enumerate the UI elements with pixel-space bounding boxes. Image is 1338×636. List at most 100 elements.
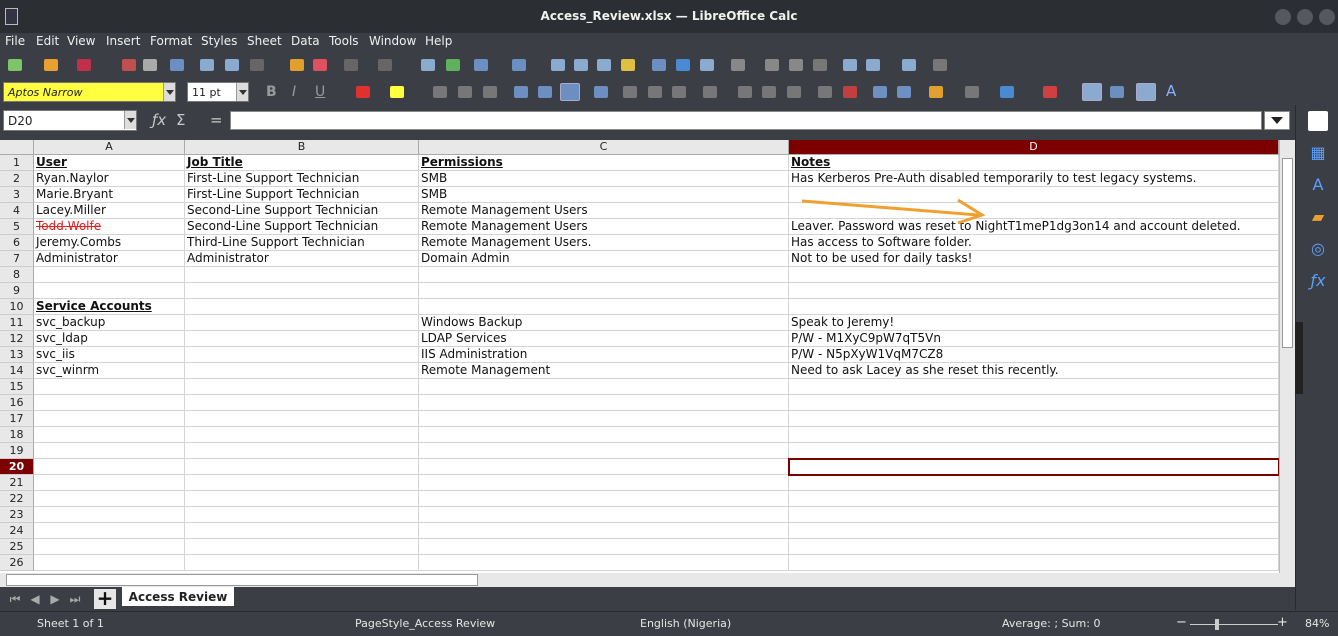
- export-pdf-icon[interactable]: [122, 59, 136, 71]
- undo-icon[interactable]: [344, 59, 358, 71]
- text-style-a-icon[interactable]: [1136, 83, 1156, 101]
- menu-format[interactable]: Format: [150, 34, 192, 48]
- cell-a7[interactable]: Administrator: [34, 251, 185, 267]
- comment-icon[interactable]: [789, 59, 803, 71]
- cell-a3[interactable]: Marie.Bryant: [34, 187, 185, 203]
- special-character-icon[interactable]: [731, 59, 745, 71]
- date-format-icon[interactable]: [787, 86, 801, 98]
- row-header[interactable]: 26: [0, 555, 34, 571]
- cell-a12[interactable]: svc_ldap: [34, 331, 185, 347]
- autofilter-icon[interactable]: [621, 59, 635, 71]
- row-header[interactable]: 24: [0, 523, 34, 539]
- row-header[interactable]: 22: [0, 491, 34, 507]
- cell-b3[interactable]: First-Line Support Technician: [185, 187, 419, 203]
- page-style[interactable]: PageStyle_Access Review: [355, 617, 495, 630]
- sidebar-navigator-icon[interactable]: ◎: [1308, 239, 1328, 259]
- cell-b2[interactable]: First-Line Support Technician: [185, 171, 419, 187]
- next-sheet-icon[interactable]: ▶: [48, 592, 62, 606]
- increase-indent-icon[interactable]: [873, 86, 887, 98]
- row-header[interactable]: 9: [0, 283, 34, 299]
- select-all-corner[interactable]: [0, 140, 34, 155]
- row-header[interactable]: 13: [0, 347, 34, 363]
- menu-data[interactable]: Data: [291, 34, 320, 48]
- align-bottom-icon[interactable]: [560, 83, 580, 101]
- add-sheet-button[interactable]: +: [94, 588, 116, 609]
- menu-file[interactable]: File: [5, 34, 25, 48]
- row-header[interactable]: 25: [0, 539, 34, 555]
- cut-icon[interactable]: [200, 59, 214, 71]
- cell-c2[interactable]: SMB: [419, 171, 789, 187]
- vertical-scroll-thumb[interactable]: [1282, 158, 1293, 348]
- sort-icon[interactable]: [551, 59, 565, 71]
- print-icon[interactable]: [143, 59, 157, 71]
- spelling-icon[interactable]: [446, 59, 460, 71]
- row-header[interactable]: 12: [0, 331, 34, 347]
- wrap-text-icon[interactable]: [594, 86, 608, 98]
- cell-a13[interactable]: svc_iis: [34, 347, 185, 363]
- row-header[interactable]: 21: [0, 475, 34, 491]
- previous-sheet-icon[interactable]: ◀: [28, 592, 42, 606]
- zoom-in-icon[interactable]: +: [1277, 615, 1288, 630]
- formula-input[interactable]: [230, 111, 1262, 130]
- percent-icon[interactable]: [738, 86, 752, 98]
- cell-a2[interactable]: Ryan.Naylor: [34, 171, 185, 187]
- number-format-icon[interactable]: [703, 86, 717, 98]
- cell-a11[interactable]: svc_backup: [34, 315, 185, 331]
- hyperlink-icon[interactable]: [765, 59, 779, 71]
- add-decimal-icon[interactable]: [818, 86, 832, 98]
- cell-b6[interactable]: Third-Line Support Technician: [185, 235, 419, 251]
- menu-view[interactable]: View: [67, 34, 95, 48]
- column-header-d[interactable]: D: [789, 140, 1279, 155]
- decrease-indent-icon[interactable]: [897, 86, 911, 98]
- menu-insert[interactable]: Insert: [106, 34, 140, 48]
- clone-formatting-icon[interactable]: [290, 59, 304, 71]
- sidebar-gallery-icon[interactable]: ▰: [1308, 207, 1328, 227]
- unmerge-cells-icon[interactable]: [672, 86, 686, 98]
- center-vertically-icon[interactable]: [538, 86, 552, 98]
- horizontal-scrollbar[interactable]: [0, 573, 1295, 587]
- split-window-icon[interactable]: [933, 59, 947, 71]
- formula-equals-icon[interactable]: =: [210, 111, 223, 129]
- row-header[interactable]: 10: [0, 299, 34, 315]
- row-header[interactable]: 7: [0, 251, 34, 267]
- redo-icon[interactable]: [378, 59, 392, 71]
- cell-a1[interactable]: User: [34, 155, 185, 171]
- border-style-icon[interactable]: [965, 86, 979, 98]
- menu-sheet[interactable]: Sheet: [247, 34, 282, 48]
- expand-formula-bar-icon[interactable]: [1264, 111, 1290, 130]
- pivot-table-icon[interactable]: [700, 59, 714, 71]
- column-header-b[interactable]: B: [185, 140, 419, 155]
- sidebar-format-icon[interactable]: A: [1308, 175, 1328, 195]
- merge-center-icon[interactable]: [623, 86, 637, 98]
- clear-formatting-icon[interactable]: [313, 59, 327, 71]
- row-header-active[interactable]: 20: [0, 459, 34, 475]
- horizontal-scroll-thumb[interactable]: [6, 574, 478, 586]
- headers-footers-icon[interactable]: [843, 59, 857, 71]
- name-box-dropdown-icon[interactable]: [124, 111, 136, 129]
- row-header[interactable]: 23: [0, 507, 34, 523]
- minimize-button[interactable]: [1275, 9, 1291, 25]
- sidebar-styles-icon[interactable]: ▦: [1308, 143, 1328, 163]
- row-header[interactable]: 17: [0, 411, 34, 427]
- align-right-icon[interactable]: [483, 86, 497, 98]
- find-replace-icon[interactable]: [421, 59, 435, 71]
- cell-d11[interactable]: Speak to Jeremy!: [789, 315, 1279, 331]
- highlight-color-icon[interactable]: [390, 86, 404, 98]
- row-header[interactable]: 15: [0, 379, 34, 395]
- bold-icon[interactable]: B: [266, 84, 277, 100]
- close-button[interactable]: [1319, 9, 1335, 25]
- cell-c6[interactable]: Remote Management Users.: [419, 235, 789, 251]
- maximize-button[interactable]: [1297, 9, 1313, 25]
- copy-icon[interactable]: [225, 59, 239, 71]
- underline-icon[interactable]: U: [315, 84, 325, 100]
- column-header-a[interactable]: A: [34, 140, 185, 155]
- cell-d2[interactable]: Has Kerberos Pre-Auth disabled temporari…: [789, 171, 1279, 187]
- function-wizard-icon[interactable]: ƒx: [152, 111, 166, 129]
- first-sheet-icon[interactable]: ⏮: [8, 592, 22, 606]
- column-icon[interactable]: [512, 59, 526, 71]
- paste-icon[interactable]: [250, 59, 264, 71]
- cell-c5[interactable]: Remote Management Users: [419, 219, 789, 235]
- cell-d7[interactable]: Not to be used for daily tasks!: [789, 251, 1279, 267]
- border-color-icon[interactable]: [1000, 86, 1014, 98]
- save-icon[interactable]: [77, 59, 91, 71]
